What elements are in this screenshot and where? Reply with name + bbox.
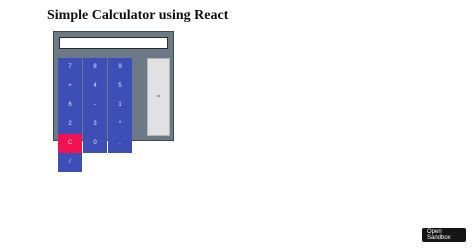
key-9[interactable]: 9 xyxy=(108,58,132,77)
key-plus[interactable]: + xyxy=(58,77,82,96)
key-decimal[interactable]: . xyxy=(108,134,132,153)
key-divide[interactable]: / xyxy=(58,153,82,172)
key-4[interactable]: 4 xyxy=(83,77,107,96)
calculator-display[interactable] xyxy=(59,37,168,49)
key-6[interactable]: 6 xyxy=(58,96,82,115)
key-3[interactable]: 3 xyxy=(83,115,107,134)
key-5[interactable]: 5 xyxy=(108,77,132,96)
key-2[interactable]: 2 xyxy=(58,115,82,134)
key-0[interactable]: 0 xyxy=(83,134,107,153)
key-7[interactable]: 7 xyxy=(58,58,82,77)
key-multiply[interactable]: * xyxy=(108,115,132,134)
key-minus[interactable]: - xyxy=(83,96,107,115)
key-8[interactable]: 8 xyxy=(83,58,107,77)
open-sandbox-button[interactable]: Open Sandbox xyxy=(422,228,466,242)
page-title: Simple Calculator using React xyxy=(47,8,229,23)
key-1[interactable]: 1 xyxy=(108,96,132,115)
key-equals[interactable]: = xyxy=(147,58,170,136)
key-clear[interactable]: C xyxy=(58,134,82,153)
